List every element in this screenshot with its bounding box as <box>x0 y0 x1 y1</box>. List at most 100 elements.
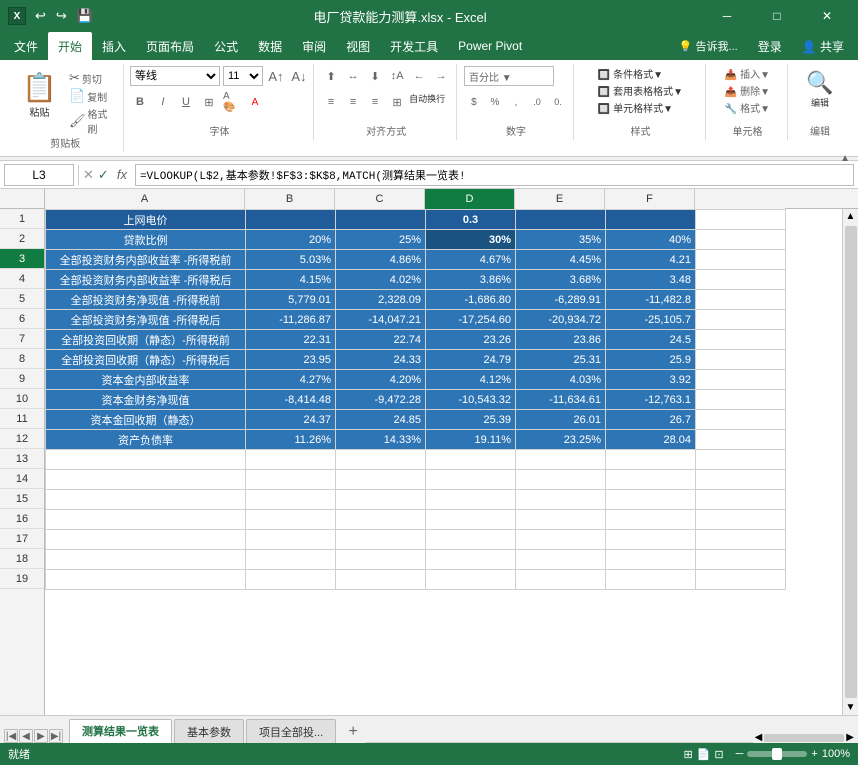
cell-r13-c6[interactable] <box>606 450 696 470</box>
formula-input[interactable] <box>135 164 854 186</box>
cell-style-btn[interactable]: 🔲 单元格样式▼ <box>598 100 673 115</box>
hscroll-thumb[interactable] <box>764 734 844 742</box>
cell-r1-c2[interactable] <box>246 210 336 230</box>
row-num-8[interactable]: 8 <box>0 349 44 369</box>
cell-r10-c6[interactable]: -12,763.1 <box>606 390 696 410</box>
col-header-e[interactable]: E <box>515 189 605 209</box>
menu-help[interactable]: 💡 告诉我... <box>669 32 748 60</box>
sheet-tab-2[interactable]: 项目全部投... <box>246 719 336 743</box>
cell-r7-c5[interactable]: 23.86 <box>516 330 606 350</box>
cell-r14-c5[interactable] <box>516 470 606 490</box>
align-top-btn[interactable]: ⬆ <box>321 66 341 86</box>
cell-r17-c3[interactable] <box>336 530 426 550</box>
cell-r3-c1[interactable]: 全部投资财务内部收益率 -所得税前 <box>46 250 246 270</box>
tab-next-btn[interactable]: ▶ <box>34 729 48 743</box>
hscroll-right-btn[interactable]: ▶ <box>846 732 854 743</box>
row-num-17[interactable]: 17 <box>0 529 44 549</box>
cell-r18-c1[interactable] <box>46 550 246 570</box>
cell-r9-c1[interactable]: 资本金内部收益率 <box>46 370 246 390</box>
cell-r18-c3[interactable] <box>336 550 426 570</box>
tab-last-btn[interactable]: ▶| <box>49 729 63 743</box>
cell-r4-c3[interactable]: 4.02% <box>336 270 426 290</box>
cell-r15-c2[interactable] <box>246 490 336 510</box>
cell-r12-c2[interactable]: 11.26% <box>246 430 336 450</box>
cell-r6-c5[interactable]: -20,934.72 <box>516 310 606 330</box>
undo-btn[interactable]: ↩ <box>32 8 49 24</box>
cell-r8-c5[interactable]: 25.31 <box>516 350 606 370</box>
cell-r6-c4[interactable]: -17,254.60 <box>426 310 516 330</box>
cell-r17-c5[interactable] <box>516 530 606 550</box>
cell-r6-c7[interactable] <box>696 310 786 330</box>
underline-button[interactable]: U <box>176 92 196 112</box>
cell-r1-c1[interactable]: 上网电价 <box>46 210 246 230</box>
cell-r1-c3[interactable] <box>336 210 426 230</box>
comma-btn[interactable]: , <box>506 92 526 112</box>
cell-r10-c3[interactable]: -9,472.28 <box>336 390 426 410</box>
cell-r16-c2[interactable] <box>246 510 336 530</box>
menu-home[interactable]: 开始 <box>48 32 92 60</box>
cell-r12-c3[interactable]: 14.33% <box>336 430 426 450</box>
cell-r1-c7[interactable] <box>696 210 786 230</box>
cell-r10-c2[interactable]: -8,414.48 <box>246 390 336 410</box>
format-cells-btn[interactable]: 🔧 格式▼ <box>725 100 770 115</box>
cell-r2-c2[interactable]: 20% <box>246 230 336 250</box>
confirm-formula-btn[interactable]: ✓ <box>98 167 109 183</box>
cell-r1-c6[interactable] <box>606 210 696 230</box>
cell-r19-c3[interactable] <box>336 570 426 590</box>
cell-r19-c4[interactable] <box>426 570 516 590</box>
cell-r15-c6[interactable] <box>606 490 696 510</box>
cell-r14-c1[interactable] <box>46 470 246 490</box>
cell-r15-c4[interactable] <box>426 490 516 510</box>
cell-r5-c1[interactable]: 全部投资财务净现值 -所得税前 <box>46 290 246 310</box>
cell-r15-c5[interactable] <box>516 490 606 510</box>
cell-r14-c6[interactable] <box>606 470 696 490</box>
cell-r7-c1[interactable]: 全部投资回收期（静态）-所得税前 <box>46 330 246 350</box>
ribbon-collapse-btn[interactable]: ▲ <box>840 153 850 164</box>
cell-r19-c6[interactable] <box>606 570 696 590</box>
cell-r4-c7[interactable] <box>696 270 786 290</box>
tab-prev-btn[interactable]: ◀ <box>19 729 33 743</box>
row-num-7[interactable]: 7 <box>0 329 44 349</box>
cell-r14-c3[interactable] <box>336 470 426 490</box>
scroll-thumb[interactable] <box>845 226 857 698</box>
decimal-decrease-btn[interactable]: 0. <box>548 92 568 112</box>
minimize-btn[interactable]: ─ <box>704 0 750 32</box>
zoom-slider[interactable] <box>747 751 807 757</box>
cell-r5-c6[interactable]: -11,482.8 <box>606 290 696 310</box>
sheet-tab-1[interactable]: 基本参数 <box>174 719 244 743</box>
paste-button[interactable]: 📋 粘贴 <box>14 66 65 124</box>
cell-r19-c7[interactable] <box>696 570 786 590</box>
cell-r1-c4[interactable]: 0.3 <box>426 210 516 230</box>
save-btn[interactable]: 💾 <box>74 8 96 24</box>
fill-color-button[interactable]: A🎨 <box>222 92 242 112</box>
conditional-format-btn[interactable]: 🔲 条件格式▼ <box>598 66 663 81</box>
cell-r13-c5[interactable] <box>516 450 606 470</box>
normal-view-btn[interactable]: ⊞ <box>683 748 692 761</box>
font-shrink-btn[interactable]: A↓ <box>289 66 309 86</box>
cell-r9-c6[interactable]: 3.92 <box>606 370 696 390</box>
cell-r16-c5[interactable] <box>516 510 606 530</box>
row-num-15[interactable]: 15 <box>0 489 44 509</box>
menu-formula[interactable]: 公式 <box>204 32 248 60</box>
cell-r13-c4[interactable] <box>426 450 516 470</box>
cell-r18-c6[interactable] <box>606 550 696 570</box>
row-num-3[interactable]: 3 <box>0 249 44 269</box>
cell-r4-c6[interactable]: 3.48 <box>606 270 696 290</box>
cell-r10-c5[interactable]: -11,634.61 <box>516 390 606 410</box>
menu-share[interactable]: 👤 共享 <box>792 32 854 60</box>
align-center-btn[interactable]: ≡ <box>343 92 363 112</box>
cell-r8-c3[interactable]: 24.33 <box>336 350 426 370</box>
percent-btn[interactable]: % <box>485 92 505 112</box>
row-num-9[interactable]: 9 <box>0 369 44 389</box>
number-format-select[interactable]: 百分比 ▼ <box>464 66 554 86</box>
cell-r19-c1[interactable] <box>46 570 246 590</box>
cell-r7-c3[interactable]: 22.74 <box>336 330 426 350</box>
cell-r17-c1[interactable] <box>46 530 246 550</box>
col-header-f[interactable]: F <box>605 189 695 209</box>
cell-r9-c4[interactable]: 4.12% <box>426 370 516 390</box>
cell-r6-c2[interactable]: -11,286.87 <box>246 310 336 330</box>
cell-r17-c2[interactable] <box>246 530 336 550</box>
col-header-d[interactable]: D <box>425 189 515 209</box>
cell-r15-c7[interactable] <box>696 490 786 510</box>
currency-btn[interactable]: $ <box>464 92 484 112</box>
